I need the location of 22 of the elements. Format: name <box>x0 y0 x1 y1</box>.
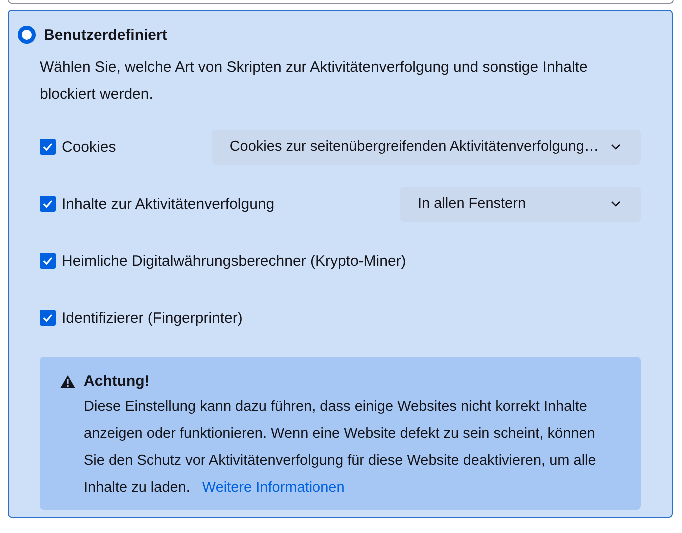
chevron-icon <box>611 201 621 207</box>
checkbox[interactable] <box>40 310 56 326</box>
chevron-icon <box>611 144 621 150</box>
checkmark-icon <box>42 255 54 267</box>
warning-title: Achtung! <box>84 373 150 390</box>
checkbox[interactable] <box>40 139 56 155</box>
checkbox[interactable] <box>40 253 56 269</box>
checkbox-label: Inhalte zur Aktivitätenverfolgung <box>62 196 275 212</box>
checkmark-icon <box>42 198 54 210</box>
warning-icon <box>60 374 76 388</box>
checkmark-icon <box>42 141 54 153</box>
checkbox-label: Heimliche Digitalwährungsberechner (Krypto-Miner) <box>62 252 406 270</box>
dropdown[interactable]: In allen Fenstern <box>400 186 641 222</box>
radio-button[interactable] <box>18 26 36 44</box>
checkbox-label: Cookies <box>62 138 116 156</box>
dropdown[interactable]: Cookies zur seitenübergreifenden Aktivitätenverfolgung… <box>212 130 641 164</box>
warning-text: Diese Einstellung kann dazu führen, dass einige Websites nicht korrekt Inhalte anzeigen oder funktionieren. Wenn eine Website defekt zu sein scheint, können Sie den Schutz vor Aktivitätenverfolgung für diese Website deaktivieren, um alle Inhalte zu laden. Weitere Informationen <box>84 398 598 498</box>
option-description: Wählen Sie, welche Art von Skripten zur Aktivitätenverfolgung und sonstige Inhalte blockiert werden. <box>40 58 589 105</box>
checkbox-label: Identifizierer (Fingerprinter) <box>62 310 243 326</box>
option-label: Benutzerdefiniert <box>44 26 168 44</box>
checkbox[interactable] <box>40 196 56 212</box>
checkmark-icon <box>42 312 54 324</box>
